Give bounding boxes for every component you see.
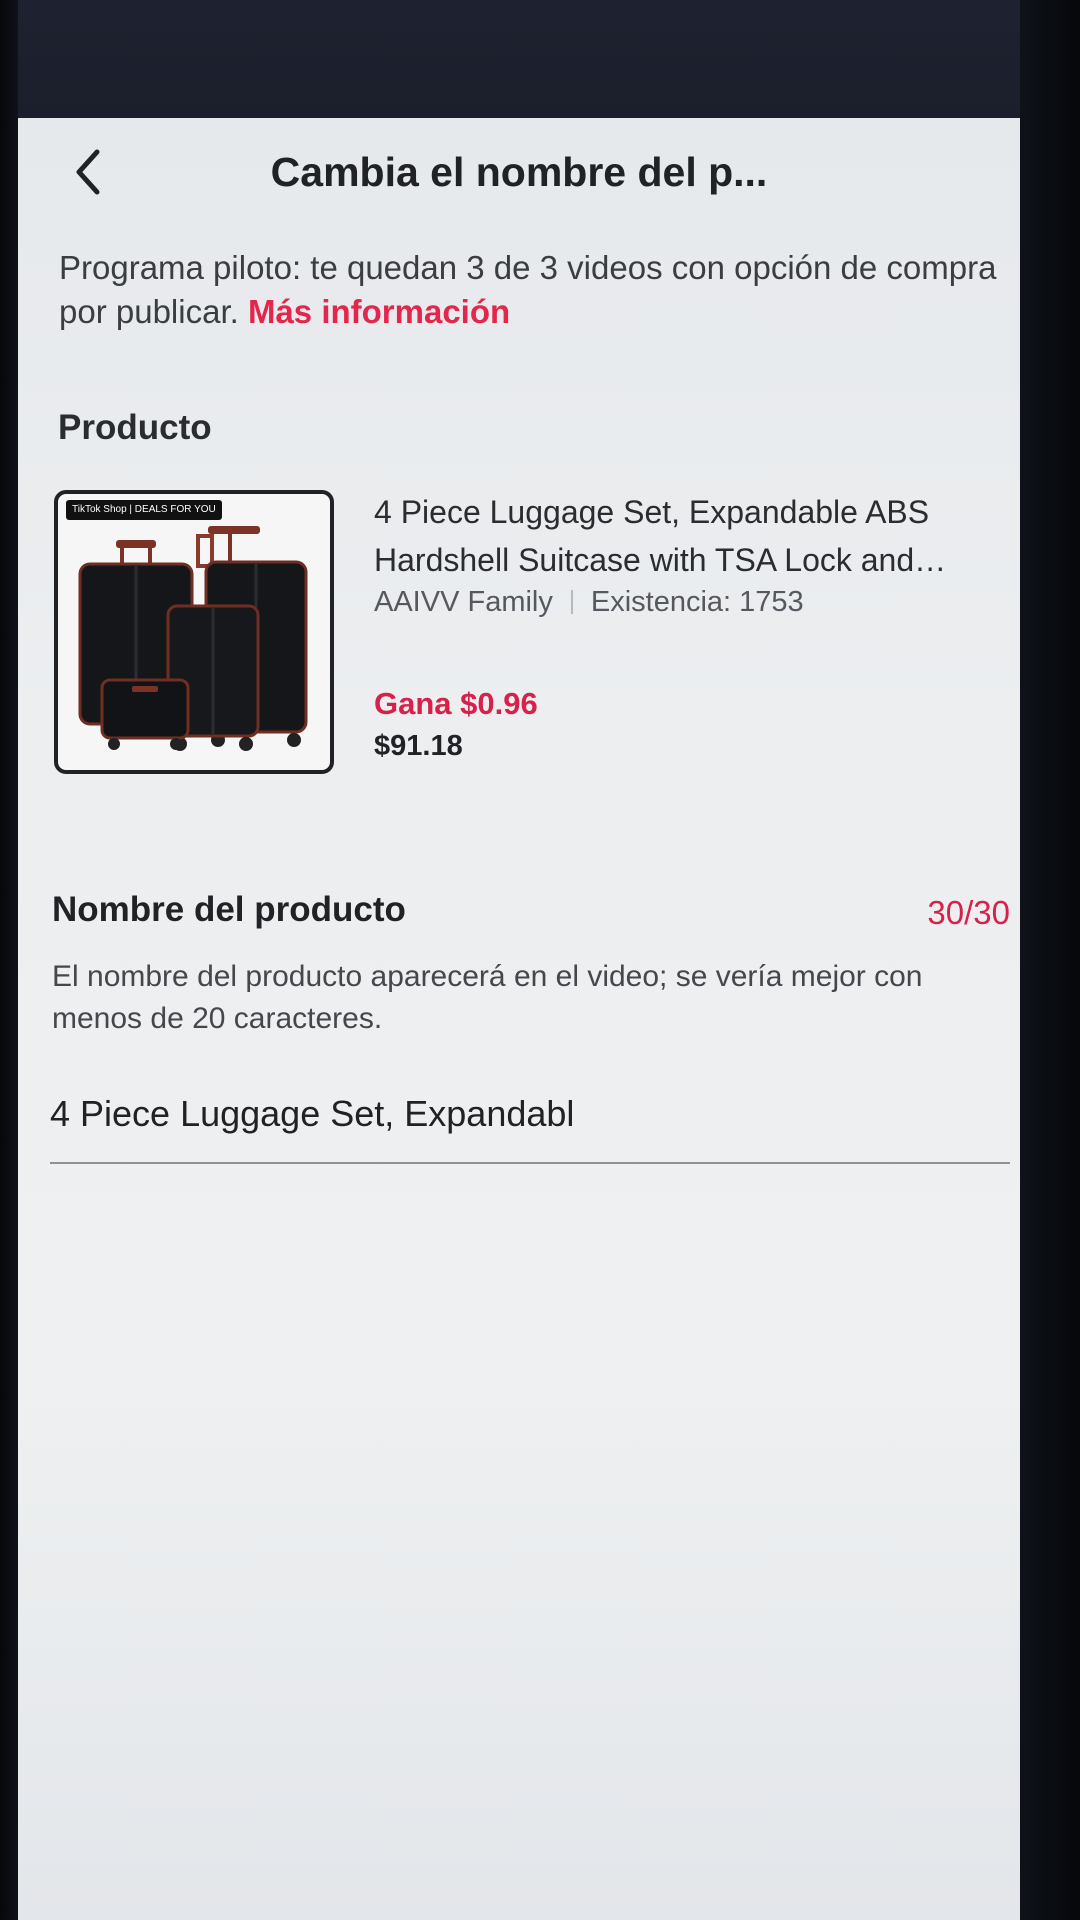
header: Cambia el nombre del p... (18, 118, 1020, 230)
input-underline (50, 1162, 1010, 1164)
status-bar (18, 0, 1020, 118)
product-section-title: Producto (58, 408, 212, 447)
product-name-input[interactable] (50, 1084, 1012, 1144)
stock-count: Existencia: 1753 (590, 586, 804, 618)
character-counter: 30/30 (927, 894, 1010, 931)
product-name: 4 Piece Luggage Set, Expandable ABS Hard… (374, 494, 947, 578)
commission-earn: Gana $0.96 (374, 686, 538, 721)
pilot-program-notice: Programa piloto: te quedan 3 de 3 videos… (59, 246, 1009, 334)
product-thumbnail[interactable]: TikTok Shop | DEALS FOR YOU (54, 490, 334, 774)
notice-text: Programa piloto: te quedan 3 de 3 videos… (59, 249, 997, 330)
device-frame: Cambia el nombre del p... Programa pilot… (0, 0, 1080, 1920)
product-meta: AAIVV Family Existencia: 1753 (374, 586, 804, 619)
more-info-link[interactable]: Más información (248, 293, 510, 330)
chevron-left-icon (76, 149, 100, 195)
page-title: Cambia el nombre del p... (270, 149, 768, 195)
product-name-field-title: Nombre del producto (52, 890, 406, 929)
product-price: $91.18 (374, 730, 463, 762)
seller-name: AAIVV Family (374, 586, 553, 618)
edit-product-name-screen: Cambia el nombre del p... Programa pilot… (18, 118, 1020, 1920)
meta-divider (570, 590, 573, 614)
product-name-helper-text: El nombre del producto aparecerá en el v… (52, 960, 923, 1035)
back-button[interactable] (58, 142, 118, 202)
luggage-set-image (78, 526, 308, 751)
